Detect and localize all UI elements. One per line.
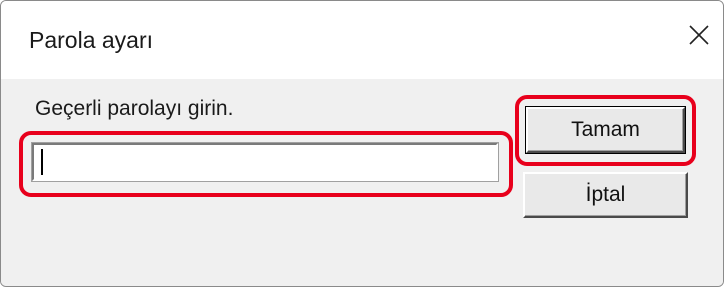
- password-input[interactable]: [31, 142, 499, 182]
- dialog-body: Geçerli parolayı girin. Tamam İptal: [1, 79, 723, 286]
- cancel-button[interactable]: İptal: [523, 172, 688, 218]
- password-dialog: Parola ayarı Geçerli parolayı girin. Tam…: [0, 0, 724, 287]
- dialog-title: Parola ayarı: [29, 27, 154, 53]
- close-button[interactable]: [681, 15, 717, 55]
- text-caret: [41, 149, 43, 175]
- title-bar: Parola ayarı: [1, 1, 723, 79]
- ok-button[interactable]: Tamam: [525, 106, 686, 154]
- password-prompt-label: Geçerli parolayı girin.: [35, 97, 234, 120]
- close-icon: [689, 25, 709, 45]
